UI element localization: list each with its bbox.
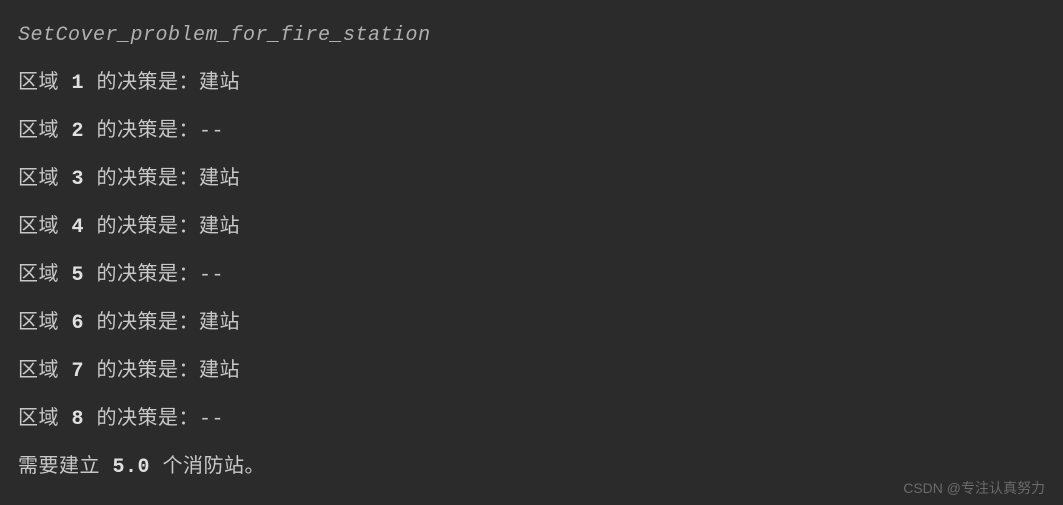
summary-suffix: 个消防站。 xyxy=(150,456,265,479)
region-decision-line: 区域 7 的决策是：建站 xyxy=(18,348,1045,396)
region-decision-line: 区域 4 的决策是：建站 xyxy=(18,204,1045,252)
region-number: 7 xyxy=(72,360,85,383)
program-title: SetCover_problem_for_fire_station xyxy=(18,12,1045,60)
summary-value: 5.0 xyxy=(113,456,151,479)
region-number: 8 xyxy=(72,408,85,431)
region-number: 1 xyxy=(72,72,85,95)
region-decision: 建站 xyxy=(199,360,240,383)
region-decision-line: 区域 5 的决策是：-- xyxy=(18,252,1045,300)
region-prefix: 区域 xyxy=(18,168,72,191)
region-middle: 的决策是： xyxy=(84,264,199,287)
region-decision: 建站 xyxy=(199,312,240,335)
region-number: 2 xyxy=(72,120,85,143)
region-decision-line: 区域 6 的决策是：建站 xyxy=(18,300,1045,348)
region-number: 3 xyxy=(72,168,85,191)
region-decision-line: 区域 1 的决策是：建站 xyxy=(18,60,1045,108)
region-decision: 建站 xyxy=(199,216,240,239)
region-decision: -- xyxy=(199,120,224,143)
region-middle: 的决策是： xyxy=(84,312,199,335)
region-middle: 的决策是： xyxy=(84,168,199,191)
summary-line: 需要建立 5.0 个消防站。 xyxy=(18,444,1045,492)
region-decision-line: 区域 8 的决策是：-- xyxy=(18,396,1045,444)
region-middle: 的决策是： xyxy=(84,216,199,239)
region-prefix: 区域 xyxy=(18,312,72,335)
region-middle: 的决策是： xyxy=(84,72,199,95)
summary-prefix: 需要建立 xyxy=(18,456,113,479)
region-decision: -- xyxy=(199,408,224,431)
region-decision: 建站 xyxy=(199,168,240,191)
region-decision-line: 区域 2 的决策是：-- xyxy=(18,108,1045,156)
region-number: 6 xyxy=(72,312,85,335)
region-middle: 的决策是： xyxy=(84,120,199,143)
region-number: 4 xyxy=(72,216,85,239)
region-prefix: 区域 xyxy=(18,264,72,287)
region-decision-line: 区域 3 的决策是：建站 xyxy=(18,156,1045,204)
region-prefix: 区域 xyxy=(18,120,72,143)
region-prefix: 区域 xyxy=(18,408,72,431)
csdn-watermark: CSDN @专注认真努力 xyxy=(903,481,1045,495)
region-number: 5 xyxy=(72,264,85,287)
region-middle: 的决策是： xyxy=(84,408,199,431)
region-middle: 的决策是： xyxy=(84,360,199,383)
region-decision: -- xyxy=(199,264,224,287)
region-decision: 建站 xyxy=(199,72,240,95)
region-prefix: 区域 xyxy=(18,72,72,95)
region-prefix: 区域 xyxy=(18,216,72,239)
region-prefix: 区域 xyxy=(18,360,72,383)
